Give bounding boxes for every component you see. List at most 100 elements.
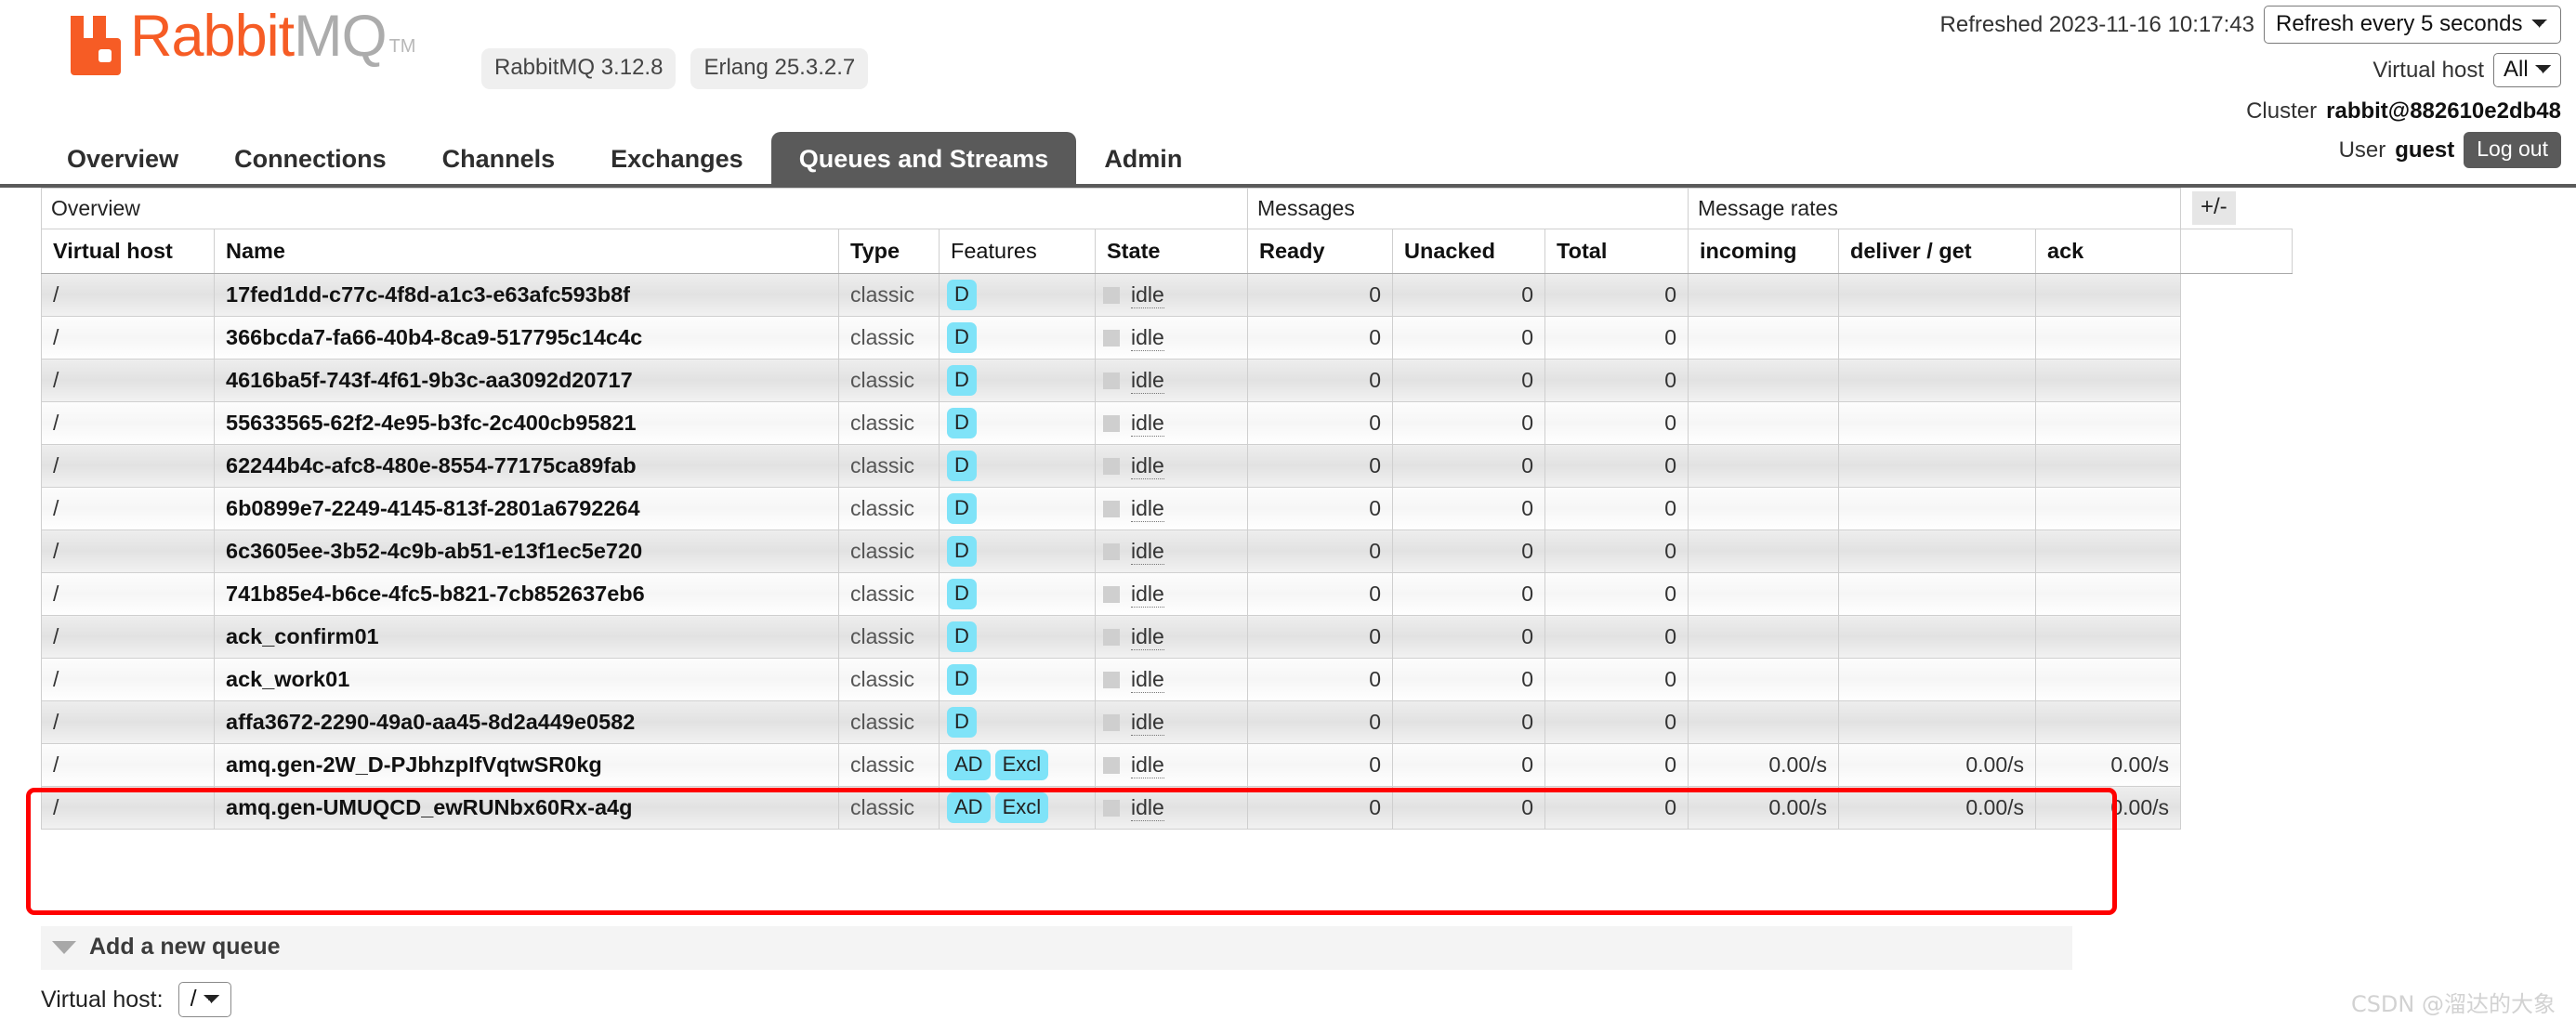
feature-badge-d[interactable]: D <box>947 408 977 438</box>
cell-queue-name[interactable]: affa3672-2290-49a0-aa45-8d2a449e0582 <box>214 700 839 744</box>
table-row[interactable]: /17fed1dd-c77c-4f8d-a1c3-e63afc593b8f cla… <box>41 273 2293 317</box>
feature-badge-d[interactable]: D <box>947 707 977 738</box>
table-row[interactable]: /741b85e4-b6ce-4fc5-b821-7cb852637eb6 cla… <box>41 572 2293 616</box>
feature-badge-d[interactable]: D <box>947 280 977 310</box>
state-square-icon <box>1103 457 1120 475</box>
col-ack[interactable]: ack <box>2035 229 2181 274</box>
cell-ack <box>2035 444 2181 488</box>
cell-ack <box>2035 572 2181 616</box>
table-row[interactable]: /6b0899e7-2249-4145-813f-2801a6792264 cla… <box>41 487 2293 530</box>
cell-state: idle <box>1095 444 1248 488</box>
feature-badge-d[interactable]: D <box>947 365 977 396</box>
table-row[interactable]: /366bcda7-fa66-40b4-8ca9-517795c14c4c cla… <box>41 316 2293 360</box>
table-row[interactable]: /6c3605ee-3b52-4c9b-ab51-e13f1ec5e720 cla… <box>41 530 2293 573</box>
cell-queue-name[interactable]: amq.gen-2W_D-PJbhzpIfVqtwSR0kg <box>214 743 839 787</box>
cell-deliver-get <box>1838 487 2036 530</box>
cell-ready: 0 <box>1247 786 1393 830</box>
rabbitmq-management-page: RabbitMQ TM RabbitMQ 3.12.8 Erlang 25.3.2… <box>0 0 2576 1033</box>
add-queue-vhost-select[interactable]: / <box>177 982 231 1017</box>
group-header-message-rates: Message rates <box>1688 188 2181 229</box>
cell-spacer <box>2181 445 2293 488</box>
cell-spacer <box>2181 787 2293 830</box>
table-row[interactable]: / ack_work01 classic Didle 0 0 0 <box>41 658 2293 701</box>
cell-total: 0 <box>1544 530 1689 573</box>
cell-incoming <box>1688 658 1839 701</box>
cell-queue-name[interactable]: 55633565-62f2-4e95-b3fc-2c400cb95821 <box>214 401 839 445</box>
state-square-icon <box>1103 628 1120 646</box>
tab-overview[interactable]: Overview <box>39 132 206 186</box>
col-deliver-get[interactable]: deliver / get <box>1838 229 2036 274</box>
state-square-icon <box>1103 329 1120 347</box>
logo-word-rabbit: Rabbit <box>130 4 295 69</box>
tab-exchanges[interactable]: Exchanges <box>583 132 771 186</box>
rabbitmq-logo[interactable]: RabbitMQ TM <box>67 7 415 75</box>
col-virtual-host[interactable]: Virtual host <box>41 229 215 274</box>
feature-badge-d[interactable]: D <box>947 322 977 353</box>
queues-table: Overview Messages Message rates +/- Virt… <box>41 188 2293 830</box>
feature-badge-ad[interactable]: AD <box>947 792 991 823</box>
feature-badge-d[interactable]: D <box>947 621 977 652</box>
cell-type: classic <box>838 401 940 445</box>
cluster-label: Cluster <box>2246 98 2318 124</box>
cell-type: classic <box>838 316 940 360</box>
table-row[interactable]: / amq.gen-2W_D-PJbhzpIfVqtwSR0kg classic AD… <box>41 743 2293 787</box>
cell-state: idle <box>1095 273 1248 317</box>
cell-queue-name[interactable]: ack_work01 <box>214 658 839 701</box>
rabbitmq-version-badge: RabbitMQ 3.12.8 <box>481 48 677 89</box>
state-indicator: idle <box>1103 411 1240 437</box>
table-row[interactable]: /4616ba5f-743f-4f61-9b3c-aa3092d20717 cla… <box>41 359 2293 402</box>
table-row[interactable]: / affa3672-2290-49a0-aa45-8d2a449e0582 cla… <box>41 700 2293 744</box>
col-name[interactable]: Name <box>214 229 839 274</box>
state-square-icon <box>1103 500 1120 517</box>
cell-ready: 0 <box>1247 316 1393 360</box>
tab-admin[interactable]: Admin <box>1076 132 1210 186</box>
refresh-interval-select[interactable]: Refresh every 5 seconds <box>2264 6 2561 44</box>
feature-badge-excl[interactable]: Excl <box>994 750 1049 780</box>
cell-state: idle <box>1095 615 1248 659</box>
cell-queue-name[interactable]: 62244b4c-afc8-480e-8554-77175ca89fab <box>214 444 839 488</box>
cell-queue-name[interactable]: 17fed1dd-c77c-4f8d-a1c3-e63afc593b8f <box>214 273 839 317</box>
state-label: idle <box>1131 666 1164 693</box>
col-features[interactable]: Features <box>939 229 1096 274</box>
cell-queue-name[interactable]: 4616ba5f-743f-4f61-9b3c-aa3092d20717 <box>214 359 839 402</box>
group-header-messages: Messages <box>1247 188 1689 229</box>
cell-queue-name[interactable]: 6b0899e7-2249-4145-813f-2801a6792264 <box>214 487 839 530</box>
cell-spacer <box>2181 488 2293 530</box>
table-row[interactable]: /55633565-62f2-4e95-b3fc-2c400cb95821 cla… <box>41 401 2293 445</box>
tab-queues-and-streams[interactable]: Queues and Streams <box>770 132 1077 186</box>
vhost-filter-select[interactable]: All <box>2493 53 2561 87</box>
cell-ready: 0 <box>1247 700 1393 744</box>
cell-queue-name[interactable]: 6c3605ee-3b52-4c9b-ab51-e13f1ec5e720 <box>214 530 839 573</box>
cell-ack <box>2035 487 2181 530</box>
table-row[interactable]: / amq.gen-UMUQCD_ewRUNbx60Rx-a4g classic AD… <box>41 786 2293 830</box>
cell-queue-name[interactable]: amq.gen-UMUQCD_ewRUNbx60Rx-a4g <box>214 786 839 830</box>
table-row[interactable]: / ack_confirm01 classic Didle 0 0 0 <box>41 615 2293 659</box>
cell-queue-name[interactable]: 741b85e4-b6ce-4fc5-b821-7cb852637eb6 <box>214 572 839 616</box>
feature-badge-d[interactable]: D <box>947 536 977 567</box>
feature-badge-ad[interactable]: AD <box>947 750 991 780</box>
feature-badge-d[interactable]: D <box>947 493 977 524</box>
feature-badge-d[interactable]: D <box>947 451 977 481</box>
feature-badge-d[interactable]: D <box>947 579 977 609</box>
col-type[interactable]: Type <box>838 229 940 274</box>
logo-word-mq: MQ <box>294 4 387 69</box>
table-row[interactable]: /62244b4c-afc8-480e-8554-77175ca89fab cla… <box>41 444 2293 488</box>
cell-incoming <box>1688 401 1839 445</box>
add-queue-toggle[interactable]: Add a new queue <box>41 926 2072 970</box>
col-incoming[interactable]: incoming <box>1688 229 1839 274</box>
cell-queue-name[interactable]: ack_confirm01 <box>214 615 839 659</box>
tab-channels[interactable]: Channels <box>414 132 584 186</box>
cell-total: 0 <box>1544 401 1689 445</box>
queues-table-body: Overview Messages Message rates +/- Virt… <box>41 188 2293 830</box>
feature-badge-excl[interactable]: Excl <box>994 792 1049 823</box>
col-total[interactable]: Total <box>1544 229 1689 274</box>
cell-total: 0 <box>1544 359 1689 402</box>
logo-trademark: TM <box>388 36 416 57</box>
plus-minus-toggle[interactable]: +/- <box>2192 191 2236 226</box>
cell-queue-name[interactable]: 366bcda7-fa66-40b4-8ca9-517795c14c4c <box>214 316 839 360</box>
tab-connections[interactable]: Connections <box>206 132 414 186</box>
col-ready[interactable]: Ready <box>1247 229 1393 274</box>
feature-badge-d[interactable]: D <box>947 664 977 695</box>
col-unacked[interactable]: Unacked <box>1392 229 1545 274</box>
col-state[interactable]: State <box>1095 229 1248 274</box>
